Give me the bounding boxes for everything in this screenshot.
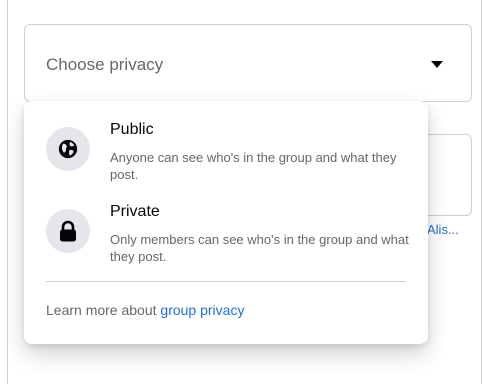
- option-public-title: Public: [110, 121, 154, 138]
- option-public[interactable]: Public Anyone can see who's in the group…: [24, 111, 428, 191]
- divider: [46, 281, 406, 282]
- group-privacy-link[interactable]: group privacy: [160, 302, 244, 318]
- privacy-footer: Learn more about group privacy: [46, 302, 244, 318]
- globe-icon: [46, 127, 90, 171]
- option-private-title: Private: [110, 203, 160, 220]
- privacy-select-placeholder: Choose privacy: [46, 55, 164, 74]
- option-private[interactable]: Private Only members can see who's in th…: [24, 193, 428, 273]
- footer-text: Learn more about: [46, 302, 161, 318]
- lock-icon: [46, 209, 90, 253]
- privacy-select[interactable]: Choose privacy: [24, 24, 472, 102]
- option-private-description: Only members can see who's in the group …: [110, 232, 409, 264]
- privacy-dropdown: Public Anyone can see who's in the group…: [24, 101, 428, 344]
- background-link[interactable]: Alis...: [427, 222, 459, 237]
- option-public-description: Anyone can see who's in the group and wh…: [110, 150, 397, 182]
- caret-down-icon[interactable]: [431, 61, 443, 68]
